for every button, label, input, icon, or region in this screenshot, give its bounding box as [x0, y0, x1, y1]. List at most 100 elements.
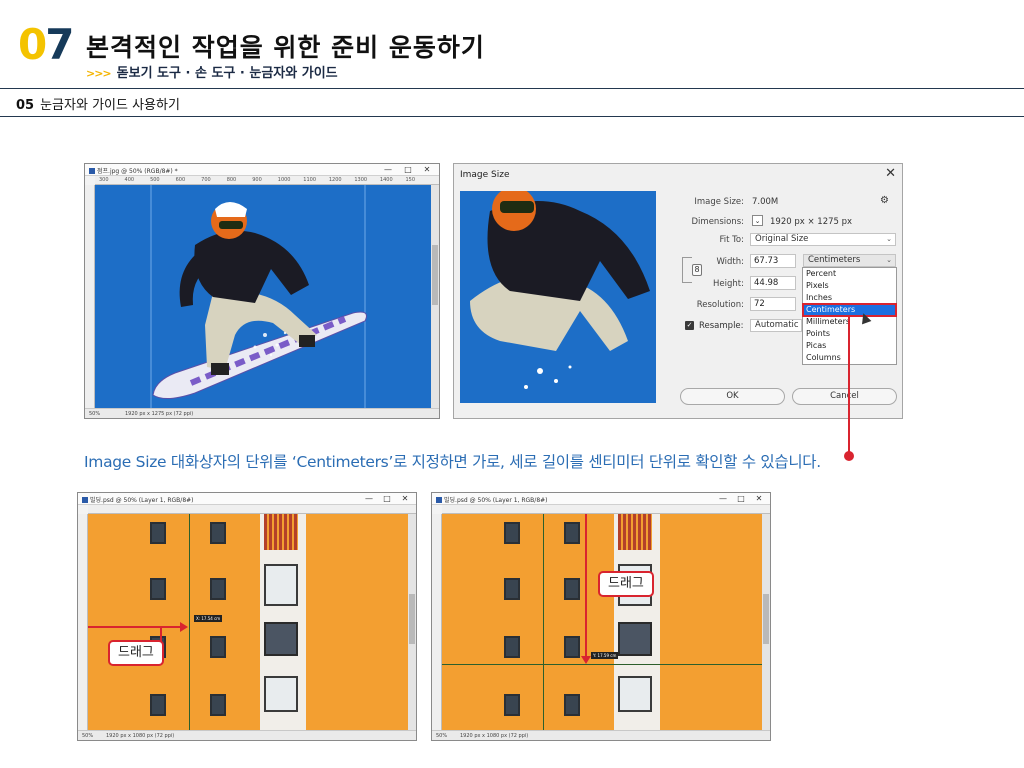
maximize-icon[interactable]: □ — [399, 164, 417, 175]
callout-connector-line — [848, 316, 850, 455]
resample-checkbox[interactable]: ✓ — [685, 321, 694, 330]
ruler-tick-label: 1200 — [328, 177, 342, 183]
close-icon[interactable]: ✕ — [885, 166, 896, 181]
snowboard — [152, 311, 367, 399]
position-tooltip: Y: 17.59 cm — [591, 652, 619, 659]
horizontal-ruler[interactable] — [442, 505, 770, 514]
ruler-tick-label: 150 — [405, 177, 415, 183]
dialog-title: Image Size — [460, 170, 510, 180]
balcony-window — [264, 564, 298, 606]
drag-arrow — [585, 514, 587, 658]
ruler-tick-label: 800 — [226, 177, 237, 183]
width-label: Width: — [716, 257, 744, 267]
document-dimensions: 1920 px x 1080 px (72 ppi) — [460, 733, 529, 739]
ruler-tick-label: 700 — [201, 177, 211, 183]
building-photo: X: 17.54 cm — [88, 514, 408, 730]
building-window — [210, 578, 226, 600]
ruler-tick-label: 900 — [252, 177, 262, 183]
document-titlebar: 빌딩.psd @ 50% (Layer 1, RGB/8#) — □ ✕ — [432, 493, 770, 505]
document-tab[interactable]: 점프.jpg @ 50% (RGB/8#) * — [89, 166, 178, 175]
width-input[interactable]: 67.73 — [750, 254, 796, 268]
unit-option[interactable]: Centimeters — [802, 303, 897, 317]
snowboarder-photo — [95, 185, 431, 408]
building-window — [564, 694, 580, 716]
psd-file-icon — [89, 168, 95, 174]
chapter-title: 본격적인 작업을 위한 준비 운동하기 — [86, 33, 485, 62]
building-window — [504, 522, 520, 544]
document-tab[interactable]: 빌딩.psd @ 50% (Layer 1, RGB/8#) — [82, 495, 194, 504]
status-bar: 50% 1920 px x 1080 px (72 ppi) — [432, 730, 770, 740]
dimensions-value: 1920 px × 1275 px — [770, 217, 853, 227]
image-size-label: Image Size: — [694, 197, 744, 207]
maximize-icon[interactable]: □ — [378, 493, 396, 504]
document-tab[interactable]: 빌딩.psd @ 50% (Layer 1, RGB/8#) — [436, 495, 548, 504]
balcony-window — [264, 622, 298, 656]
dimensions-label: Dimensions: — [691, 217, 744, 227]
horizontal-ruler[interactable]: 300 400 500 600 700 800 900 1000 1100 1200 1300 140… — [95, 176, 439, 185]
jacket — [194, 230, 309, 303]
ruler-tick-label: 500 — [150, 177, 160, 183]
goggles — [219, 221, 243, 229]
ruler-tick-label: 300 — [99, 177, 109, 183]
zoom-level[interactable]: 50% — [436, 733, 447, 739]
boot — [211, 363, 229, 375]
building-window — [504, 636, 520, 658]
zoom-level[interactable]: 50% — [82, 733, 93, 739]
ruler-tick-label: 1400 — [379, 177, 393, 183]
close-icon[interactable]: ✕ — [418, 164, 436, 175]
building-window — [504, 578, 520, 600]
scrollbar-thumb[interactable] — [409, 594, 415, 644]
section-bar: 05 눈금자와 가이드 사용하기 — [0, 88, 1024, 117]
minimize-icon[interactable]: — — [360, 493, 378, 504]
vertical-ruler[interactable] — [85, 185, 95, 408]
building-window-right: 빌딩.psd @ 50% (Layer 1, RGB/8#) — □ ✕ Y: … — [431, 492, 771, 741]
close-icon[interactable]: ✕ — [396, 493, 414, 504]
drag-arrow — [88, 626, 182, 628]
unit-option[interactable]: Percent — [803, 268, 896, 280]
minimize-icon[interactable]: — — [379, 164, 397, 175]
minimize-icon[interactable]: — — [714, 493, 732, 504]
callout-connector-dot — [844, 451, 854, 461]
building-window — [210, 694, 226, 716]
snowboarder-illustration — [150, 185, 367, 408]
close-icon[interactable]: ✕ — [750, 493, 768, 504]
building-window — [150, 522, 166, 544]
vertical-scrollbar[interactable] — [408, 514, 416, 730]
balcony-stack — [260, 514, 306, 730]
unit-option[interactable]: Inches — [803, 292, 896, 304]
horizontal-ruler[interactable] — [88, 505, 416, 514]
chevron-down-icon: ⌄ — [886, 256, 892, 264]
zoom-level[interactable]: 50% — [89, 411, 100, 417]
ruler-tick-label: 1300 — [354, 177, 368, 183]
unit-option[interactable]: Pixels — [803, 280, 896, 292]
vertical-scrollbar[interactable] — [431, 185, 439, 408]
width-unit-select[interactable]: Centimeters ⌄ — [803, 254, 896, 267]
image-size-value: 7.00M — [752, 197, 779, 207]
section-heading: 05 눈금자와 가이드 사용하기 — [16, 98, 180, 113]
arrow-head — [180, 622, 188, 632]
chevron-down-icon[interactable]: ⌄ — [752, 215, 763, 226]
chapter-number: 07 — [18, 20, 74, 69]
document-titlebar: 빌딩.psd @ 50% (Layer 1, RGB/8#) — □ ✕ — [78, 493, 416, 505]
ok-button[interactable]: OK — [680, 388, 785, 405]
scrollbar-thumb[interactable] — [432, 245, 438, 305]
cancel-button[interactable]: Cancel — [792, 388, 897, 405]
status-bar: 50% 1920 px x 1275 px (72 ppi) — [85, 408, 439, 418]
fit-to-select[interactable]: Original Size ⌄ — [750, 233, 896, 246]
vertical-scrollbar[interactable] — [762, 514, 770, 730]
maximize-icon[interactable]: □ — [732, 493, 750, 504]
vertical-ruler[interactable] — [432, 514, 442, 730]
arrow-head — [581, 656, 591, 664]
resolution-input[interactable]: 72 — [750, 297, 796, 311]
fit-to-label: Fit To: — [719, 235, 744, 245]
goggles — [500, 201, 534, 213]
height-input[interactable]: 44.98 — [750, 276, 796, 290]
building-window — [504, 694, 520, 716]
vertical-ruler[interactable] — [78, 514, 88, 730]
resample-select[interactable]: Automatic — [750, 319, 802, 332]
gear-icon[interactable]: ⚙ — [880, 195, 889, 206]
scrollbar-thumb[interactable] — [763, 594, 769, 644]
document-titlebar: 점프.jpg @ 50% (RGB/8#) * — □ ✕ — [85, 164, 439, 176]
balcony-railing — [618, 514, 652, 550]
psd-file-icon — [436, 497, 442, 503]
